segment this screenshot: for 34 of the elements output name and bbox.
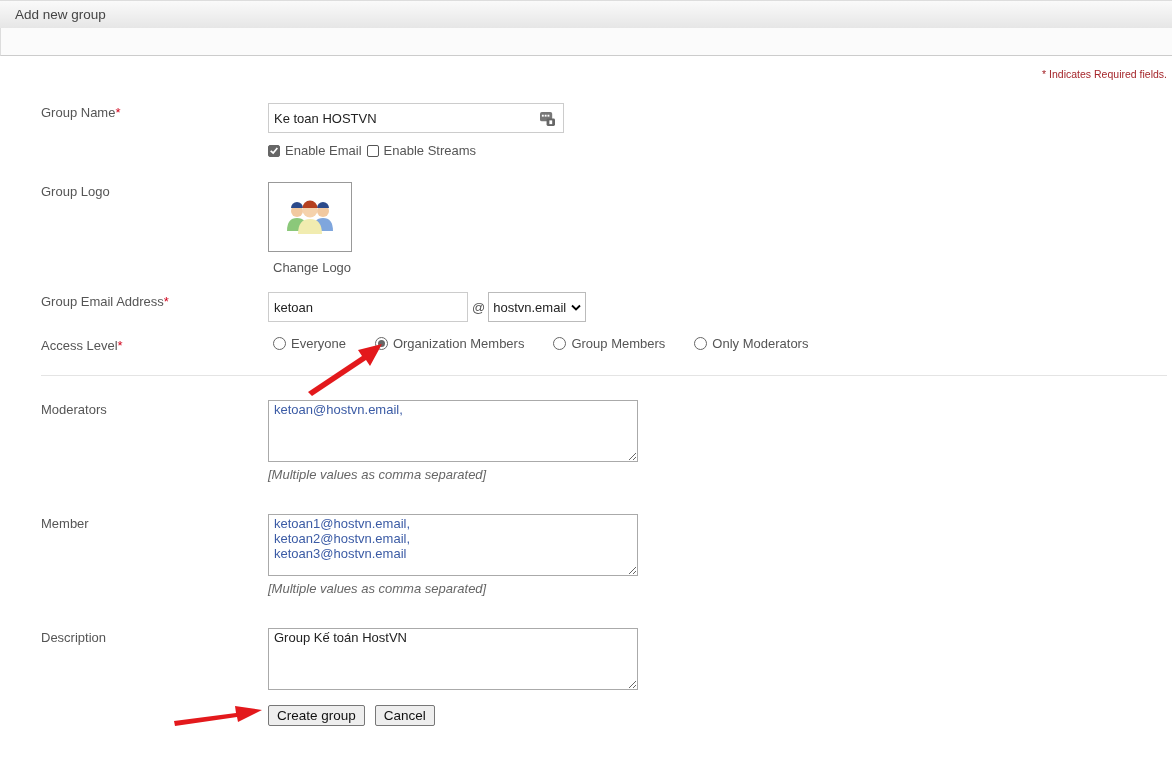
checkbox[interactable] [366,144,379,157]
cancel-button[interactable]: Cancel [374,705,435,726]
field-label: Description [41,629,108,647]
email-field[interactable]: ketoan [268,292,468,322]
radio-button[interactable] [553,337,567,350]
member-field[interactable]: ketoan1@hostvn.email, ketoan2@hostvn.email, ketoan3@hostvn.email [268,514,638,576]
radio-option[interactable]: Everyone [273,336,346,351]
required-note: * Indicates Required fields. [1041,68,1167,82]
radio-button[interactable] [273,337,286,350]
change-logo-link[interactable]: Change Logo [273,260,352,275]
field-label: Group Logo [41,183,111,201]
hint-text: [Multiple values as comma separated] [268,581,487,596]
caret-icon [571,303,582,311]
description-field[interactable]: Group Kế toán HostVN [268,628,638,690]
dialog-title: Add new group [15,7,106,22]
checkbox-option[interactable]: Enable Email [268,143,362,158]
checkbox[interactable] [268,144,280,157]
field-label: Group Name* [41,104,122,122]
at-sign: @ [472,299,486,315]
field-label: Moderators [41,401,108,419]
field-label: Access Level* [41,337,124,354]
radio-option[interactable]: Group Members [553,336,666,351]
field-label: Group Email Address* [41,293,170,311]
moderators-field[interactable]: ketoan@hostvn.email, [268,400,638,462]
hint-text: [Multiple values as comma separated] [268,467,487,482]
radio-option[interactable]: Only Moderators [694,336,809,351]
create-button[interactable]: Create group [268,705,365,726]
keyboard-icon[interactable] [540,111,555,126]
group-name-field[interactable]: Ke toan HOSTVN [268,103,564,133]
radio-button[interactable] [694,337,708,350]
domain-dropdown[interactable]: hostvn.email [488,292,587,322]
people-group-icon [285,199,335,235]
checkbox-option[interactable]: Enable Streams [366,143,477,158]
field-label: Member [41,515,90,533]
